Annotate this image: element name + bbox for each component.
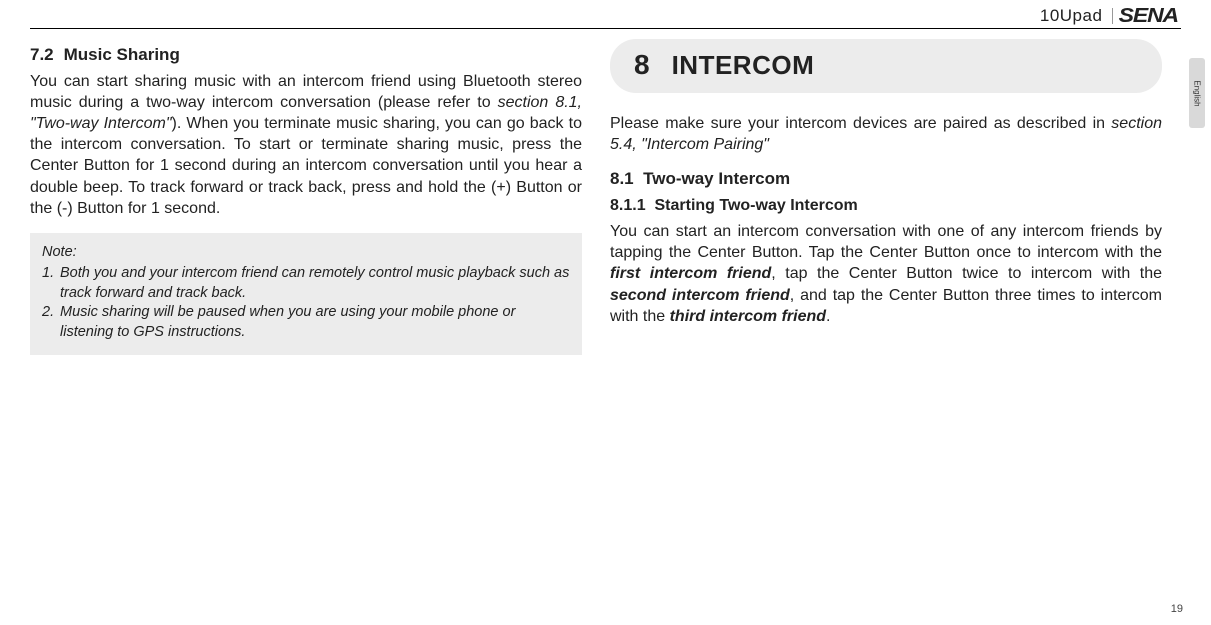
note-text: Both you and your intercom friend can re… bbox=[60, 264, 570, 303]
left-column: 7.2 Music Sharing You can start sharing m… bbox=[30, 39, 582, 355]
bold-italic-term: second intercom friend bbox=[610, 287, 790, 304]
chapter-title: INTERCOM bbox=[672, 50, 815, 81]
note-item-1: 1. Both you and your intercom friend can… bbox=[42, 264, 570, 303]
intro-text: Please make sure your intercom devices a… bbox=[610, 115, 1111, 132]
bold-italic-term: first intercom friend bbox=[610, 265, 771, 282]
chapter-banner: 8 INTERCOM bbox=[610, 39, 1162, 93]
section-7-2-body: You can start sharing music with an inte… bbox=[30, 71, 582, 219]
right-column: 8 INTERCOM Please make sure your interco… bbox=[610, 39, 1162, 355]
section-8-1-heading: 8.1 Two-way Intercom bbox=[610, 169, 1162, 189]
section-title: Music Sharing bbox=[64, 45, 180, 64]
chapter-intro: Please make sure your intercom devices a… bbox=[610, 113, 1162, 155]
subsection-number: 8.1.1 bbox=[610, 197, 646, 214]
content-columns: 7.2 Music Sharing You can start sharing m… bbox=[30, 39, 1181, 355]
bold-italic-term: third intercom friend bbox=[670, 308, 826, 325]
note-index: 1. bbox=[42, 264, 60, 303]
body-text: , tap the Center Button twice to interco… bbox=[771, 265, 1162, 282]
brand-logo: SENA bbox=[1119, 5, 1185, 28]
page-root: 10Upad SENA English 7.2 Music Sharing You… bbox=[0, 0, 1211, 625]
note-text: Music sharing will be paused when you ar… bbox=[60, 303, 570, 342]
language-tab: English bbox=[1189, 58, 1205, 128]
subsection-title: Starting Two-way Intercom bbox=[654, 197, 857, 214]
note-box: Note: 1. Both you and your intercom frie… bbox=[30, 233, 582, 355]
section-number: 8.1 bbox=[610, 169, 634, 188]
note-index: 2. bbox=[42, 303, 60, 342]
section-8-1-1-body: You can start an intercom conversation w… bbox=[610, 221, 1162, 327]
product-name: 10Upad bbox=[1040, 6, 1103, 26]
section-title: Two-way Intercom bbox=[643, 169, 790, 188]
note-item-2: 2. Music sharing will be paused when you… bbox=[42, 303, 570, 342]
section-8-1-1-heading: 8.1.1 Starting Two-way Intercom bbox=[610, 197, 1162, 215]
body-text: You can start an intercom conversation w… bbox=[610, 223, 1162, 261]
section-number: 7.2 bbox=[30, 45, 54, 64]
note-title: Note: bbox=[42, 243, 570, 263]
language-tab-label: English bbox=[1193, 80, 1202, 106]
chapter-number: 8 bbox=[634, 49, 650, 81]
section-7-2-heading: 7.2 Music Sharing bbox=[30, 45, 582, 65]
divider-icon bbox=[1112, 8, 1113, 24]
header-bar: 10Upad SENA bbox=[30, 0, 1181, 28]
top-rule bbox=[30, 28, 1181, 29]
page-number: 19 bbox=[1171, 603, 1183, 615]
body-text: . bbox=[826, 308, 830, 325]
